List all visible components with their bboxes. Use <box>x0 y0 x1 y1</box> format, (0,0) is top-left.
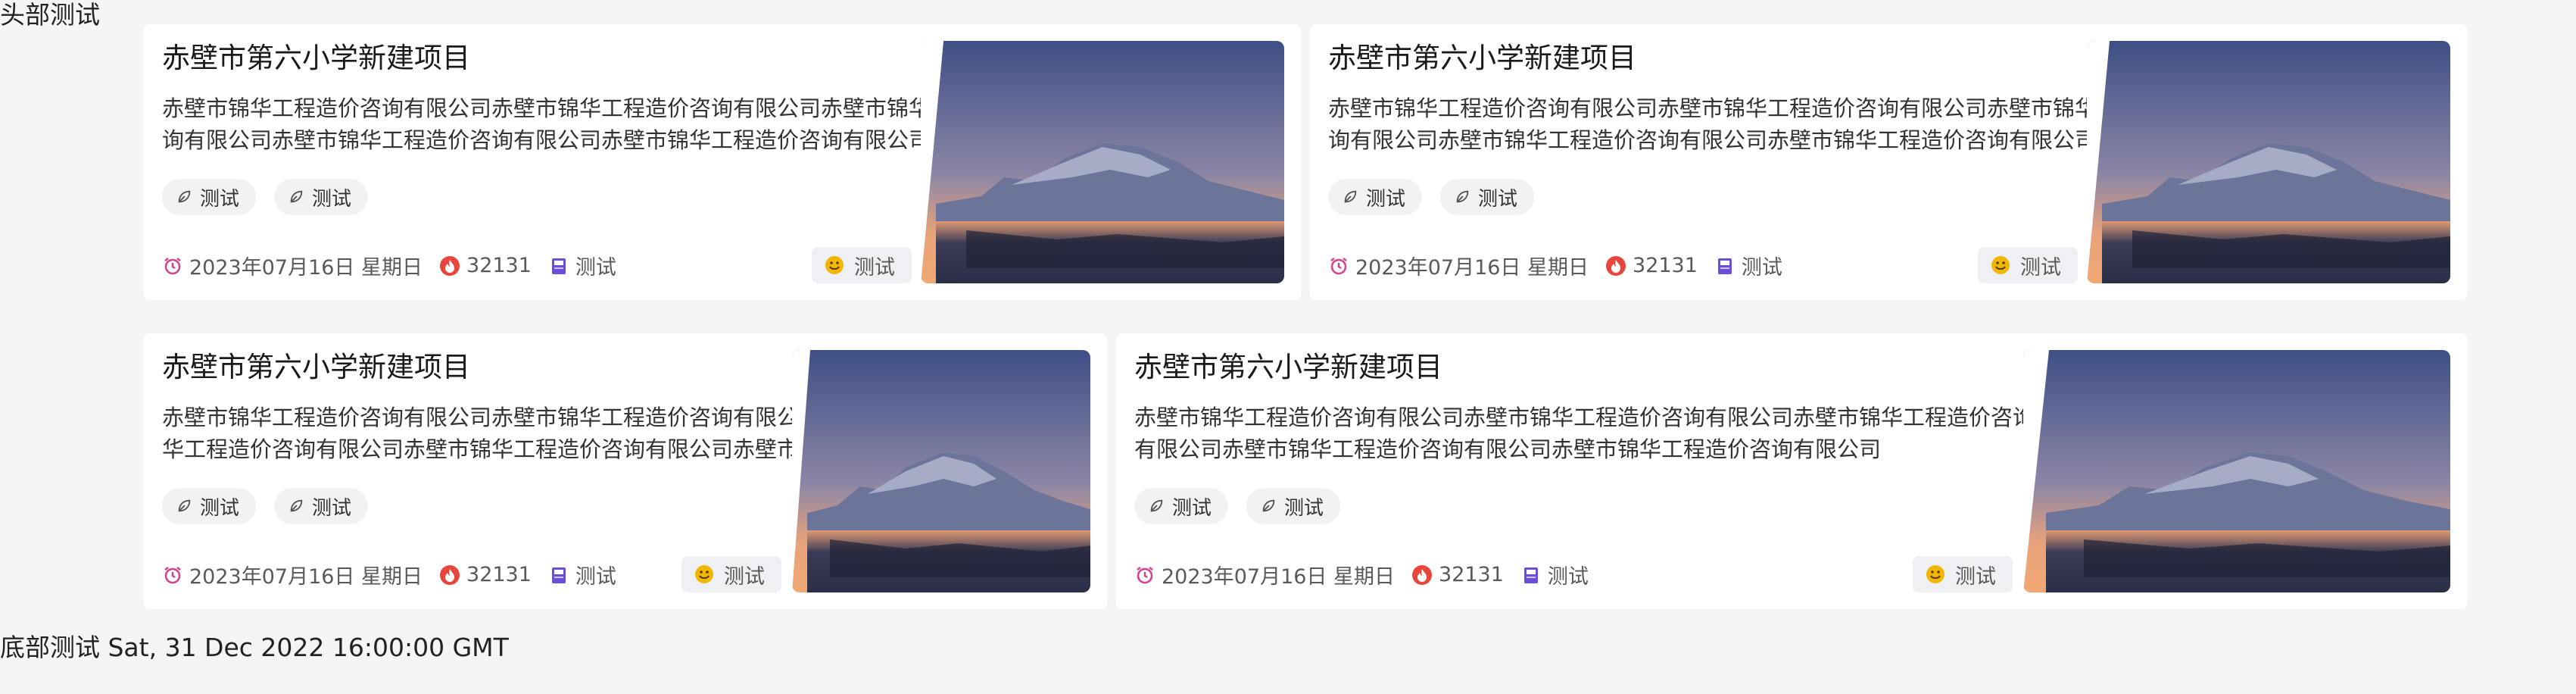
tag-label: 测试 <box>1284 496 1324 520</box>
alarm-clock-icon <box>1330 257 1347 274</box>
hot-meta: 32131 <box>439 254 532 277</box>
project-card[interactable]: 赤壁市第六小学新建项目 赤壁市锦华工程造价咨询有限公司赤壁市锦华工程造价咨询有限… <box>1116 333 2467 609</box>
hot-count: 32131 <box>466 563 532 586</box>
tag-chip[interactable]: 测试 <box>162 488 257 524</box>
smiley-icon <box>1991 256 2010 274</box>
tag-chip[interactable]: 测试 <box>274 488 369 524</box>
tag-label: 测试 <box>1366 187 1406 211</box>
date-meta: 2023年07月16日 星期日 <box>1134 560 1395 589</box>
date-text: 2023年07月16日 星期日 <box>189 256 423 280</box>
card-title[interactable]: 赤壁市第六小学新建项目 <box>1134 349 2043 386</box>
card-description: 赤壁市锦华工程造价咨询有限公司赤壁市锦华工程造价咨询有限公司赤壁市锦华工程造价咨… <box>1134 405 2035 462</box>
fire-icon <box>1412 564 1433 585</box>
category-meta: 测试 <box>1520 560 1589 589</box>
action-button[interactable]: 测试 <box>1913 556 2013 592</box>
smiley-icon <box>695 565 713 583</box>
hot-meta: 32131 <box>1605 254 1698 277</box>
project-card[interactable]: 赤壁市第六小学新建项目 赤壁市锦华工程造价咨询有限公司赤壁市锦华工程造价咨询有限… <box>1310 24 2467 300</box>
tag-chip[interactable]: 测试 <box>1134 488 1229 524</box>
card-title[interactable]: 赤壁市第六小学新建项目 <box>1328 39 2213 77</box>
tag-chip[interactable]: 测试 <box>1328 179 1423 215</box>
category-text: 测试 <box>575 256 616 280</box>
hot-count: 32131 <box>466 254 532 277</box>
project-thumbnail[interactable] <box>2087 41 2450 283</box>
tag-chip[interactable]: 测试 <box>1440 179 1535 215</box>
project-thumbnail[interactable] <box>2023 350 2450 592</box>
action-button[interactable]: 测试 <box>1978 247 2078 283</box>
project-thumbnail[interactable] <box>792 350 1090 592</box>
action-label: 测试 <box>854 255 895 280</box>
fire-icon <box>440 564 460 585</box>
date-meta: 2023年07月16日 星期日 <box>162 560 423 589</box>
hot-count: 32131 <box>1439 563 1504 586</box>
project-thumbnail[interactable] <box>921 41 1284 283</box>
leaf-icon <box>1150 499 1163 512</box>
leaf-icon <box>1344 190 1357 203</box>
date-text: 2023年07月16日 星期日 <box>1162 565 1396 589</box>
tag-label: 测试 <box>200 187 240 211</box>
hot-count: 32131 <box>1633 254 1698 277</box>
tag-label: 测试 <box>312 496 352 520</box>
action-button[interactable]: 测试 <box>812 247 912 283</box>
leaf-icon <box>178 499 191 512</box>
category-text: 测试 <box>1547 565 1589 589</box>
date-meta: 2023年07月16日 星期日 <box>1328 251 1589 280</box>
action-label: 测试 <box>2020 255 2061 280</box>
date-meta: 2023年07月16日 星期日 <box>162 251 423 280</box>
leaf-icon <box>1456 190 1469 203</box>
tag-chip[interactable]: 测试 <box>274 179 369 215</box>
action-button[interactable]: 测试 <box>681 556 781 592</box>
date-text: 2023年07月16日 星期日 <box>1355 256 1589 280</box>
book-icon <box>1523 567 1538 583</box>
category-text: 测试 <box>575 565 616 589</box>
smiley-icon <box>1926 565 1944 583</box>
fire-icon <box>1606 255 1626 276</box>
footer-text: 底部测试 Sat, 31 Dec 2022 16:00:00 GMT <box>0 633 509 662</box>
book-icon <box>551 258 566 274</box>
tag-chip[interactable]: 测试 <box>162 179 257 215</box>
leaf-icon <box>290 499 303 512</box>
tag-label: 测试 <box>1172 496 1212 520</box>
action-label: 测试 <box>724 564 765 589</box>
project-card[interactable]: 赤壁市第六小学新建项目 赤壁市锦华工程造价咨询有限公司赤壁市锦华工程造价咨询有限… <box>144 24 1301 300</box>
date-text: 2023年07月16日 星期日 <box>189 565 423 589</box>
card-description: 赤壁市锦华工程造价咨询有限公司赤壁市锦华工程造价咨询有限公司赤壁市锦华工程造价咨… <box>1328 95 2207 153</box>
smiley-icon <box>825 256 844 274</box>
project-card[interactable]: 赤壁市第六小学新建项目 赤壁市锦华工程造价咨询有限公司赤壁市锦华工程造价咨询有限… <box>144 333 1107 609</box>
header-text: 头部测试 <box>0 0 100 30</box>
tag-label: 测试 <box>1478 187 1518 211</box>
fire-icon <box>440 255 460 276</box>
card-description: 赤壁市锦华工程造价咨询有限公司赤壁市锦华工程造价咨询有限公司赤壁市锦华工程造价咨… <box>162 95 1041 153</box>
leaf-icon <box>178 190 191 203</box>
hot-meta: 32131 <box>1411 563 1504 586</box>
category-meta: 测试 <box>1714 251 1782 280</box>
hot-meta: 32131 <box>439 563 532 586</box>
card-title[interactable]: 赤壁市第六小学新建项目 <box>162 39 1046 77</box>
tag-label: 测试 <box>312 187 352 211</box>
book-icon <box>551 567 566 583</box>
category-text: 测试 <box>1741 256 1782 280</box>
leaf-icon <box>1262 499 1275 512</box>
category-meta: 测试 <box>548 560 616 589</box>
category-meta: 测试 <box>548 251 616 280</box>
leaf-icon <box>290 190 303 203</box>
alarm-clock-icon <box>164 257 181 274</box>
book-icon <box>1717 258 1732 274</box>
alarm-clock-icon <box>164 566 181 583</box>
alarm-clock-icon <box>1137 566 1153 583</box>
tag-label: 测试 <box>200 496 240 520</box>
tag-chip[interactable]: 测试 <box>1246 488 1341 524</box>
action-label: 测试 <box>1955 564 1996 589</box>
